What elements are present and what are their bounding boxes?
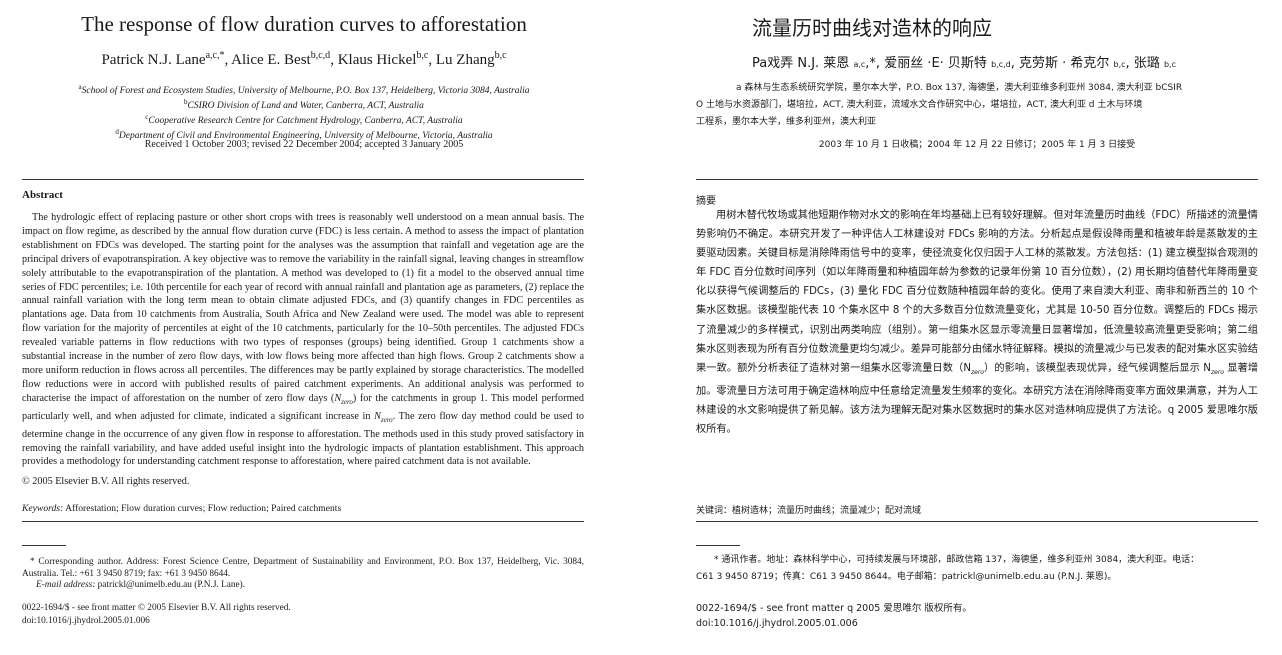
issn-line: 0022-1694/$ - see front matter q 2005 爱思…: [696, 603, 972, 614]
affiliation-line: bCSIRO Division of Land and Water, Canbe…: [22, 97, 586, 112]
author-list-en: Patrick N.J. Lanea,c,*, Alice E. Bestb,c…: [101, 50, 507, 68]
author-affil-sup: b,c,d: [310, 50, 331, 61]
footnote-rule: [22, 545, 66, 546]
section-divider: [696, 521, 1258, 522]
received-dates-en: Received 1 October 2003; revised 22 Dece…: [144, 139, 464, 150]
section-divider: [22, 521, 584, 522]
abstract-heading-en: Abstract: [22, 189, 63, 201]
author-affil-sup: b,c: [494, 50, 507, 61]
author-affil-sup: b,c,d: [991, 60, 1011, 69]
affiliation-line: a 森林与生态系统研究学院，墨尔本大学，P.O. Box 137, 海德堡，澳大…: [736, 83, 1183, 93]
affiliation-line: cCooperative Research Centre for Catchme…: [22, 112, 586, 127]
section-divider: [22, 179, 584, 180]
author-affil-sup: a,c,*: [205, 50, 225, 61]
affiliations-en: aSchool of Forest and Ecosystem Studies,…: [22, 82, 586, 143]
affiliation-line: aSchool of Forest and Ecosystem Studies,…: [22, 82, 586, 97]
abstract-body-en: The hydrologic effect of replacing pastu…: [22, 211, 584, 469]
nzero-sub: zero: [970, 368, 984, 376]
author-affil-sup: b,c: [416, 50, 429, 61]
author-name: Patrick N.J. Lane: [101, 52, 206, 68]
keywords-zh: 关键词：植树造林；流量历时曲线；流量减少；配对流域: [696, 506, 922, 516]
author-affil-sup: b,c: [1163, 60, 1176, 69]
affiliation-line: 工程系，墨尔本大学，维多利亚州，澳大利亚: [696, 117, 877, 127]
nzero-symbol: Nzero: [334, 393, 353, 406]
issn-block-zh: 0022-1694/$ - see front matter q 2005 爱思…: [696, 601, 972, 631]
keywords-text: Afforestation; Flow duration curves; Flo…: [65, 503, 342, 514]
author-name: Klaus Hickel: [337, 52, 417, 68]
nzero-sub: zero: [1210, 368, 1224, 376]
keywords-label: Keywords:: [22, 503, 64, 514]
author-affil-sup: b,c: [1113, 60, 1126, 69]
abstract-text: The hydrologic effect of replacing pastu…: [22, 212, 584, 404]
received-dates-zh: 2003 年 10 月 1 日收稿；2004 年 12 月 22 日修订；200…: [818, 140, 1136, 150]
footnote-text: * Corresponding author. Address: Forest …: [22, 557, 584, 579]
nzero-sub: zero: [341, 397, 353, 406]
affil-text: School of Forest and Ecosystem Studies, …: [81, 86, 530, 97]
abstract-text: 用树木替代牧场或其他短期作物对水文的影响在年均基础上已有较好理解。但对年流量历时…: [696, 210, 1258, 374]
abstract-heading-zh: 摘要: [696, 196, 716, 207]
abstract-body-zh: 用树木替代牧场或其他短期作物对水文的影响在年均基础上已有较好理解。但对年流量历时…: [696, 206, 1258, 439]
paper-title-zh: 流量历时曲线对造林的响应: [752, 16, 992, 40]
affil-text: Cooperative Research Centre for Catchmen…: [148, 116, 463, 127]
author-name: Pa戏弄 N.J. 莱恩: [752, 56, 854, 71]
email-line-en: E-mail address: patrickl@unimelb.edu.au …: [36, 580, 245, 590]
nzero-base: N: [374, 410, 381, 422]
affiliation-line: O 土地与水资源部门，堪培拉，ACT, 澳大利亚，流域水文合作研究中心，堪培拉，…: [696, 100, 1143, 110]
nzero-sub: zero: [380, 415, 393, 424]
footnote-rule: [696, 545, 740, 546]
copyright-en: © 2005 Elsevier B.V. All rights reserved…: [22, 476, 190, 487]
author-name: , 张璐: [1125, 56, 1164, 71]
affil-text: CSIRO Division of Land and Water, Canber…: [187, 101, 424, 112]
paper-title-en: The response of flow duration curves to …: [81, 12, 527, 36]
email-link[interactable]: patrickl@unimelb.edu.au (P.N.J. Lane).: [98, 580, 245, 590]
author-list-zh: Pa戏弄 N.J. 莱恩 a,c,*, 爱丽丝 ·E· 贝斯特 b,c,d, 克…: [752, 52, 1176, 71]
author-name: Lu Zhang: [435, 52, 495, 68]
issn-block-en: 0022-1694/$ - see front matter © 2005 El…: [22, 602, 291, 628]
footnote-text: * 通讯作者。地址：森林科学中心，可持续发展与环境部，邮政信箱 137，海德堡，…: [714, 555, 1200, 565]
keywords-en: Keywords: Afforestation; Flow duration c…: [22, 503, 341, 514]
doi-line[interactable]: doi:10.1016/j.jhydrol.2005.01.006: [22, 615, 291, 628]
nzero-symbol: Nzero: [374, 410, 393, 424]
author-affil-sup: a,c: [853, 60, 866, 69]
footnote-text: C61 3 9450 8719；传真：C61 3 9450 8644。电子邮箱：…: [696, 572, 1117, 582]
issn-line: 0022-1694/$ - see front matter © 2005 El…: [22, 603, 291, 613]
footnote-zh: * 通讯作者。地址：森林科学中心，可持续发展与环境部，邮政信箱 137，海德堡，…: [696, 552, 1258, 586]
email-label: E-mail address:: [36, 580, 96, 590]
doi-line[interactable]: doi:10.1016/j.jhydrol.2005.01.006: [696, 616, 972, 631]
affiliations-zh: a 森林与生态系统研究学院，墨尔本大学，P.O. Box 137, 海德堡，澳大…: [696, 80, 1256, 131]
abstract-text: ）的影响，该模型表现优异，经气候调整后显示 N: [983, 362, 1211, 374]
section-divider: [696, 179, 1258, 180]
author-name: , 克劳斯 · 希克尔: [1010, 56, 1114, 71]
author-name: Alice E. Best: [231, 52, 311, 68]
author-name: ,*, 爱丽丝 ·E· 贝斯特: [865, 56, 992, 71]
footnote-en: * Corresponding author. Address: Forest …: [22, 556, 584, 580]
